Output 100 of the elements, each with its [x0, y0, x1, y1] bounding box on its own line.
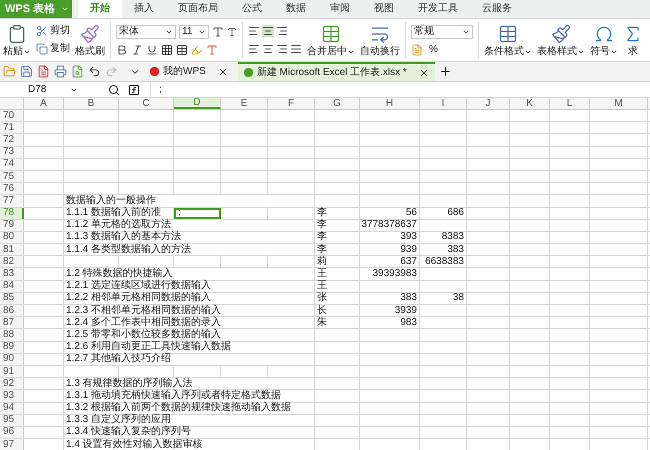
table-cell: 莉	[315, 256, 360, 268]
row-number[interactable]: 95	[0, 414, 24, 426]
ribbon-tab[interactable]: 云服务	[470, 0, 524, 18]
symbol-button[interactable]: 符号	[590, 24, 618, 56]
table-cell: 1.1.2 单元格的选取方法	[64, 220, 315, 231]
row-number[interactable]: 82	[0, 256, 24, 268]
column-header[interactable]: E	[221, 98, 268, 109]
align-right-icon[interactable]	[276, 43, 288, 55]
undo-icon[interactable]	[88, 65, 101, 78]
font-color-icon[interactable]	[206, 44, 218, 56]
italic-icon[interactable]	[131, 44, 143, 56]
ribbon-tab[interactable]: 数据	[274, 0, 318, 18]
column-header[interactable]: H	[360, 98, 420, 109]
column-header[interactable]: M	[590, 98, 648, 109]
row-number[interactable]: 87	[0, 317, 24, 328]
align-middle-icon[interactable]	[262, 25, 274, 37]
align-left-icon[interactable]	[248, 43, 260, 55]
row-number[interactable]: 80	[0, 232, 24, 244]
number-format-dropdown[interactable]: 常规	[411, 24, 473, 38]
copy-icon	[36, 43, 48, 55]
column-header[interactable]: L	[550, 98, 590, 109]
save-icon[interactable]	[20, 65, 33, 78]
column-header[interactable]: F	[268, 98, 315, 109]
row-number[interactable]: 76	[0, 183, 24, 194]
fill-color-icon[interactable]	[191, 44, 203, 56]
print-icon[interactable]	[54, 65, 67, 78]
row-number[interactable]: 93	[0, 390, 24, 402]
merge-center-button[interactable]: 合并居中	[307, 24, 355, 56]
document-tab[interactable]: 新建 Microsoft Excel 工作表.xlsx *	[238, 62, 435, 81]
row-number[interactable]: 74	[0, 158, 24, 170]
table-style-button[interactable]: 表格样式	[537, 24, 585, 56]
align-bottom-icon[interactable]	[276, 25, 288, 37]
document-icon	[244, 68, 253, 77]
new-tab-icon[interactable]	[438, 65, 452, 78]
cut-button[interactable]: 剪切	[36, 25, 70, 37]
row-number[interactable]: 83	[0, 268, 24, 280]
sum-button[interactable]: 求	[623, 24, 643, 56]
row-number[interactable]: 72	[0, 134, 24, 146]
row-number[interactable]: 92	[0, 378, 24, 390]
grow-font-icon[interactable]	[212, 26, 224, 38]
row-number[interactable]: 85	[0, 292, 24, 304]
border-icon[interactable]	[161, 44, 173, 56]
row-number[interactable]: 91	[0, 366, 24, 378]
paste-button[interactable]: 粘贴	[3, 24, 31, 56]
row-number[interactable]: 94	[0, 402, 24, 414]
ribbon-tab[interactable]: 插入	[122, 0, 166, 18]
row-number[interactable]: 97	[0, 439, 24, 450]
print-preview-icon[interactable]	[71, 65, 84, 78]
row-number[interactable]: 70	[0, 110, 24, 122]
ribbon-tab[interactable]: 开始	[78, 0, 122, 18]
column-header[interactable]: B	[64, 98, 119, 109]
ribbon-tab[interactable]: 页面布局	[166, 0, 230, 18]
row-number[interactable]: 79	[0, 220, 24, 231]
conditional-format-button[interactable]: 条件格式	[484, 24, 532, 56]
column-header[interactable]: K	[510, 98, 550, 109]
percent-button[interactable]: %	[429, 44, 438, 54]
row-number[interactable]: 73	[0, 146, 24, 158]
shrink-font-icon[interactable]	[227, 26, 237, 36]
row-number[interactable]: 90	[0, 354, 24, 365]
document-tab[interactable]: 我的WPS	[144, 62, 234, 81]
table-cell: 1.2.2 相邻单元格相同数据的输入	[64, 292, 315, 304]
bold-icon[interactable]	[116, 44, 128, 56]
copy-button[interactable]: 复制	[36, 43, 70, 55]
row-number[interactable]: 71	[0, 122, 24, 134]
selected-cell[interactable]: ;	[174, 208, 221, 219]
close-icon[interactable]	[218, 66, 228, 76]
row-number[interactable]: 75	[0, 170, 24, 182]
name-box[interactable]: D78	[0, 82, 80, 97]
font-size-dropdown[interactable]: 11	[179, 24, 209, 38]
ribbon-tab[interactable]: 审阅	[318, 0, 362, 18]
row-number[interactable]: 77	[0, 195, 24, 206]
function-icon[interactable]	[128, 84, 140, 96]
row-number[interactable]: 84	[0, 280, 24, 292]
column-header[interactable]: A	[24, 98, 64, 109]
align-center-icon[interactable]	[262, 43, 274, 55]
format-painter-button[interactable]: 格式刷	[75, 24, 105, 56]
table-cell: 1.2.5 带零和小数位较多数据的输入	[64, 329, 315, 341]
justify-icon[interactable]	[290, 43, 302, 55]
row-number[interactable]: 96	[0, 426, 24, 438]
search-icon[interactable]	[108, 84, 120, 96]
row-number[interactable]: 81	[0, 244, 24, 256]
ribbon-tab[interactable]: 公式	[230, 0, 274, 18]
row-number[interactable]: 89	[0, 342, 24, 353]
ribbon-tab[interactable]: 开发工具	[406, 0, 470, 18]
close-icon[interactable]	[418, 68, 429, 78]
column-header[interactable]: G	[315, 98, 360, 109]
column-header[interactable]: I	[420, 98, 467, 109]
export-pdf-icon[interactable]	[37, 65, 50, 78]
ribbon-tab[interactable]: 视图	[362, 0, 406, 18]
table-cell: 李	[315, 208, 360, 219]
column-header[interactable]: J	[467, 98, 510, 109]
row-number[interactable]: 86	[0, 305, 24, 316]
font-dropdown[interactable]: 宋体	[116, 24, 176, 38]
row-number[interactable]: 88	[0, 329, 24, 341]
align-top-icon[interactable]	[248, 25, 260, 37]
fill-pattern-icon[interactable]	[176, 44, 188, 56]
underline-icon[interactable]	[146, 44, 158, 56]
formula-field[interactable]: ;	[150, 82, 650, 97]
table-cell: 王	[315, 280, 360, 292]
wrap-text-button[interactable]: 自动换行	[360, 24, 400, 56]
